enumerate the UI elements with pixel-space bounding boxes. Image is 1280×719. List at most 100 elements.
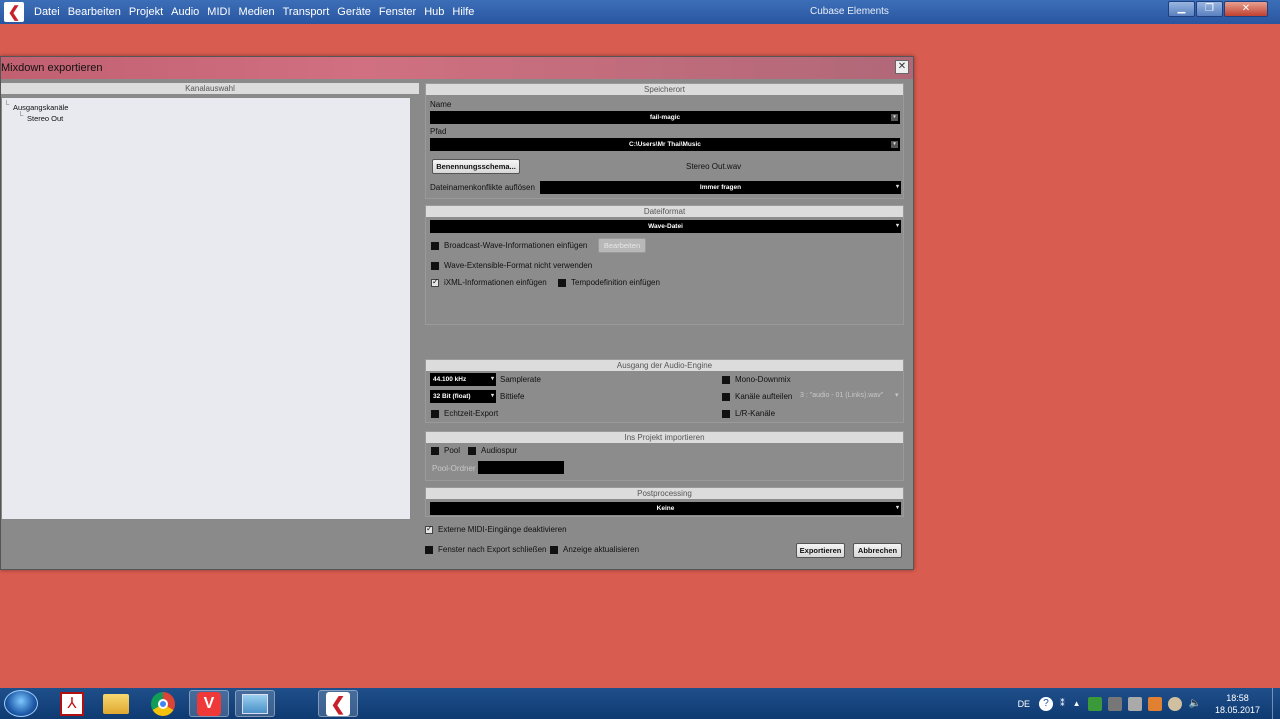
dropdown-arrow-icon[interactable]: ▾ xyxy=(891,141,898,148)
menu-hilfe[interactable]: Hilfe xyxy=(448,0,478,24)
lr-checkbox[interactable] xyxy=(722,410,730,418)
menu-fenster[interactable]: Fenster xyxy=(375,0,420,24)
channel-selection-panel: Kanalauswahl └ Ausgangskanäle └ Stereo O… xyxy=(1,83,419,563)
globe-icon[interactable] xyxy=(1167,696,1182,711)
system-tray: DE ? ⁑ ▲ 🔈 18:58 18.05.2017 xyxy=(1018,688,1280,719)
pfad-label: Pfad xyxy=(430,127,447,136)
window-controls: ▁ ❐ ✕ xyxy=(1168,1,1268,17)
filename-preview: Stereo Out.wav xyxy=(686,162,742,171)
channel-tree[interactable]: └ Ausgangskanäle └ Stereo Out xyxy=(1,97,411,520)
cubase-icon: ❮ xyxy=(326,691,350,716)
dropdown-arrow-icon[interactable]: ▾ xyxy=(491,390,494,403)
taskbar-chrome[interactable] xyxy=(143,690,183,717)
split-checkbox[interactable] xyxy=(722,393,730,401)
tempo-checkbox[interactable] xyxy=(558,279,566,287)
menu-geraete[interactable]: Geräte xyxy=(333,0,375,24)
close-after-export-checkbox[interactable] xyxy=(425,546,433,554)
update-display-checkbox[interactable] xyxy=(550,546,558,554)
naming-scheme-button[interactable]: Benennungsschema... xyxy=(432,159,520,174)
volume-icon[interactable]: 🔈 xyxy=(1189,698,1201,709)
bwf-checkbox[interactable] xyxy=(431,242,439,250)
realtime-checkbox[interactable] xyxy=(431,410,439,418)
section-header-import: Ins Projekt importieren xyxy=(426,432,903,443)
cancel-button[interactable]: Abbrechen xyxy=(853,543,902,558)
group-import: Ins Projekt importieren Pool Audiospur P… xyxy=(425,431,904,481)
section-header-kanalauswahl: Kanalauswahl xyxy=(1,83,419,94)
settings-icon[interactable] xyxy=(1107,696,1122,711)
menu-bearbeiten[interactable]: Bearbeiten xyxy=(64,0,125,24)
taskbar-explorer[interactable] xyxy=(96,690,136,717)
close-window-icon[interactable]: ✕ xyxy=(1224,1,1268,17)
name-label: Name xyxy=(430,100,452,109)
conflict-select[interactable]: Immer fragen ▾ xyxy=(540,181,901,194)
menu-transport[interactable]: Transport xyxy=(279,0,334,24)
tree-line-icon: └ xyxy=(4,100,10,109)
dropdown-arrow-icon[interactable]: ▾ xyxy=(896,181,899,194)
start-button-icon[interactable] xyxy=(4,690,38,717)
clock[interactable]: 18:58 18.05.2017 xyxy=(1215,692,1260,716)
help-icon[interactable]: ? xyxy=(1039,696,1054,711)
menu-audio[interactable]: Audio xyxy=(167,0,203,24)
wavex-checkbox[interactable] xyxy=(431,262,439,270)
menu-midi[interactable]: MIDI xyxy=(203,0,234,24)
network-icon[interactable] xyxy=(1127,696,1142,711)
conflict-value: Immer fragen xyxy=(699,184,742,191)
tree-line-icon: └ xyxy=(18,111,24,120)
explorer-icon xyxy=(103,693,129,714)
dialog-title: Mixdown exportieren xyxy=(1,62,103,74)
audiospur-checkbox[interactable] xyxy=(468,447,476,455)
split-value[interactable]: 3 : "audio - 01 (Links).wav" xyxy=(800,392,883,399)
mono-checkbox[interactable] xyxy=(722,376,730,384)
menu-projekt[interactable]: Projekt xyxy=(125,0,167,24)
app-menubar: ❮ Datei Bearbeiten Projekt Audio MIDI Me… xyxy=(0,0,1280,24)
realtime-label: Echtzeit-Export xyxy=(444,409,499,418)
section-header-audio-engine: Ausgang der Audio-Engine xyxy=(426,360,903,371)
bitdepth-select[interactable]: 32 Bit (float) ▾ xyxy=(430,390,496,403)
samplerate-select[interactable]: 44.100 kHz ▾ xyxy=(430,373,496,386)
group-audio-engine: Ausgang der Audio-Engine 44.100 kHz ▾ Sa… xyxy=(425,359,904,423)
menu-medien[interactable]: Medien xyxy=(235,0,279,24)
dropdown-arrow-icon[interactable]: ▾ xyxy=(891,114,898,121)
format-select[interactable]: Wave-Datei ▾ xyxy=(430,220,901,233)
pool-checkbox[interactable] xyxy=(431,447,439,455)
minimize-icon[interactable]: ▁ xyxy=(1168,1,1195,17)
edit-bwf-button[interactable]: Bearbeiten xyxy=(598,238,646,253)
taskbar-acrobat[interactable]: ⅄ xyxy=(52,690,92,717)
menu-hub[interactable]: Hub xyxy=(420,0,448,24)
dialog-titlebar[interactable]: Mixdown exportieren ✕ xyxy=(1,57,913,79)
language-indicator[interactable]: DE xyxy=(1018,699,1031,709)
section-header-speicherort: Speicherort xyxy=(426,84,903,95)
postprocessing-value: Keine xyxy=(656,505,675,512)
tree-item-stereo-out[interactable]: Stereo Out xyxy=(27,114,63,123)
midi-disable-checkbox[interactable] xyxy=(425,524,433,534)
dropdown-arrow-icon[interactable]: ▾ xyxy=(491,373,494,386)
tray-expand-icon[interactable]: ▲ xyxy=(1073,699,1081,708)
taskbar-cubase[interactable]: ❮ xyxy=(318,690,358,717)
postprocessing-select[interactable]: Keine ▾ xyxy=(430,502,901,515)
restore-icon[interactable]: ❐ xyxy=(1196,1,1223,17)
update-display-label: Anzeige aktualisieren xyxy=(563,545,640,554)
ixml-label: iXML-Informationen einfügen xyxy=(444,278,547,287)
ixml-checkbox[interactable] xyxy=(431,277,439,287)
audiospur-label: Audiospur xyxy=(481,446,518,455)
play-icon[interactable] xyxy=(1087,696,1102,711)
split-dropdown-icon[interactable]: ▾ xyxy=(895,391,899,399)
show-desktop-button[interactable] xyxy=(1272,688,1280,719)
menu-datei[interactable]: Datei xyxy=(30,0,64,24)
section-header-dateiformat: Dateiformat xyxy=(426,206,903,217)
taskbar-control-panel[interactable] xyxy=(235,690,275,717)
format-value: Wave-Datei xyxy=(648,223,683,230)
pen-icon[interactable]: ⁑ xyxy=(1060,698,1065,709)
pool-folder-input[interactable] xyxy=(478,461,564,474)
cubase-logo-icon[interactable]: ❮ xyxy=(4,2,24,22)
midi-disable-label: Externe MIDI-Eingänge deaktivieren xyxy=(438,525,567,534)
flag-icon[interactable] xyxy=(1147,696,1162,711)
close-icon[interactable]: ✕ xyxy=(895,60,909,74)
export-button[interactable]: Exportieren xyxy=(796,543,845,558)
dropdown-arrow-icon[interactable]: ▾ xyxy=(896,502,899,515)
path-input[interactable]: C:\Users\Mr Thai\Music ▾ xyxy=(430,138,900,151)
dropdown-arrow-icon[interactable]: ▾ xyxy=(896,220,899,233)
name-input[interactable]: fail-magic ▾ xyxy=(430,111,900,124)
section-header-postprocessing: Postprocessing xyxy=(426,488,903,499)
taskbar-vivaldi[interactable]: V xyxy=(189,690,229,717)
